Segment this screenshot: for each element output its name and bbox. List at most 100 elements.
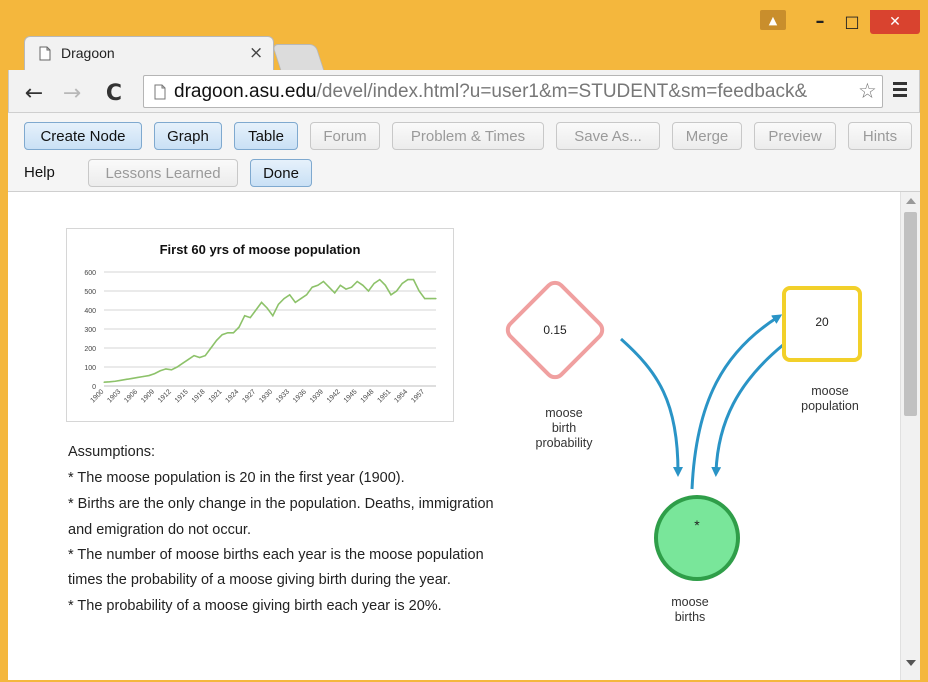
help-menu[interactable]: Help bbox=[24, 164, 55, 181]
data-point bbox=[396, 290, 398, 292]
data-point bbox=[379, 279, 381, 281]
menu-icon[interactable] bbox=[893, 82, 907, 97]
close-icon: ✕ bbox=[889, 14, 901, 30]
data-point bbox=[114, 380, 116, 382]
merge-button[interactable]: Merge bbox=[672, 122, 742, 150]
data-point bbox=[294, 301, 296, 303]
y-tick-label: 0 bbox=[92, 384, 96, 391]
title-bar: ▲ – □ ✕ bbox=[0, 0, 928, 38]
app-toolbar: Create Node Graph Table Forum Problem & … bbox=[8, 112, 920, 192]
data-point bbox=[322, 280, 325, 283]
tab-title: Dragoon bbox=[61, 45, 115, 61]
data-point bbox=[159, 370, 161, 372]
data-point bbox=[362, 284, 364, 286]
data-point bbox=[109, 381, 111, 383]
star-icon[interactable]: ☆ bbox=[858, 79, 877, 103]
vertical-scrollbar[interactable] bbox=[900, 192, 920, 680]
data-point bbox=[339, 284, 341, 286]
lessons-learned-button[interactable]: Lessons Learned bbox=[88, 159, 238, 187]
data-point bbox=[187, 358, 190, 360]
browser-tab[interactable]: Dragoon × bbox=[24, 36, 274, 70]
minimize-button[interactable]: – bbox=[806, 8, 834, 34]
hints-button[interactable]: Hints bbox=[848, 122, 912, 150]
data-point bbox=[125, 378, 128, 380]
data-point bbox=[345, 288, 347, 290]
data-point bbox=[165, 368, 167, 370]
label-line: population bbox=[801, 399, 859, 413]
done-button[interactable]: Done bbox=[250, 159, 312, 187]
assumption-line: * The moose population is 20 in the firs… bbox=[68, 470, 405, 486]
minimize-icon: – bbox=[815, 10, 825, 32]
data-point bbox=[300, 298, 302, 300]
table-button[interactable]: Table bbox=[234, 122, 298, 150]
reload-icon[interactable]: C bbox=[101, 80, 127, 106]
data-point bbox=[356, 280, 358, 283]
data-point bbox=[277, 303, 280, 305]
data-point bbox=[238, 326, 240, 328]
probability-node-label: moose birth probability bbox=[514, 406, 614, 451]
data-point bbox=[390, 294, 392, 296]
population-node-label: moose population bbox=[780, 384, 880, 414]
create-node-button[interactable]: Create Node bbox=[24, 122, 142, 150]
data-point bbox=[227, 332, 229, 334]
scroll-up-icon[interactable] bbox=[906, 198, 916, 204]
births-value: * bbox=[694, 517, 700, 533]
probability-value: 0.15 bbox=[543, 323, 567, 337]
data-point bbox=[210, 347, 212, 349]
user-profile-button[interactable]: ▲ bbox=[760, 10, 786, 30]
assumption-line: * Births are the only change in the popu… bbox=[68, 496, 494, 512]
assumption-line: * The probability of a moose giving birt… bbox=[68, 598, 442, 614]
maximize-button[interactable]: □ bbox=[838, 8, 866, 34]
data-point bbox=[350, 286, 353, 288]
graph-button[interactable]: Graph bbox=[154, 122, 222, 150]
close-window-button[interactable]: ✕ bbox=[870, 10, 920, 34]
new-tab-button[interactable] bbox=[271, 44, 325, 70]
y-tick-label: 200 bbox=[84, 346, 96, 353]
y-tick-label: 300 bbox=[84, 327, 96, 334]
node-moose-births[interactable]: * bbox=[654, 495, 740, 581]
url-path: /devel/index.html?u=user1&m=STUDENT&sm=f… bbox=[316, 81, 808, 102]
scroll-down-icon[interactable] bbox=[906, 660, 916, 666]
data-point bbox=[266, 307, 268, 309]
data-point bbox=[429, 298, 431, 300]
label-line: moose bbox=[545, 406, 583, 420]
label-line: moose bbox=[671, 595, 709, 609]
problem-times-button[interactable]: Problem & Times bbox=[392, 122, 544, 150]
label-line: births bbox=[674, 610, 706, 624]
preview-button[interactable]: Preview bbox=[754, 122, 836, 150]
population-value: 20 bbox=[815, 315, 829, 329]
data-point bbox=[305, 294, 308, 296]
data-point bbox=[137, 376, 139, 379]
tab-close-icon[interactable]: × bbox=[249, 43, 263, 63]
data-point bbox=[384, 284, 386, 286]
data-point bbox=[170, 369, 173, 371]
data-point bbox=[255, 309, 257, 311]
data-point bbox=[199, 356, 201, 359]
forum-button[interactable]: Forum bbox=[310, 122, 380, 150]
main-content: First 60 yrs of moose population 0 100 200… bbox=[8, 192, 920, 680]
data-point bbox=[142, 375, 144, 378]
data-point bbox=[176, 366, 178, 368]
data-point bbox=[103, 381, 105, 383]
edge-probability-to-births bbox=[620, 337, 683, 477]
forward-icon[interactable]: → bbox=[59, 80, 85, 106]
scrollbar-thumb[interactable] bbox=[904, 212, 917, 416]
node-moose-population[interactable]: 20 bbox=[782, 286, 862, 362]
data-point bbox=[435, 298, 437, 300]
save-as-button[interactable]: Save As... bbox=[556, 122, 660, 150]
address-bar[interactable]: dragoon.asu.edu/devel/index.html?u=user1… bbox=[143, 75, 883, 108]
node-moose-birth-probability[interactable]: 0.15 bbox=[504, 279, 606, 381]
assumptions-heading: Assumptions: bbox=[68, 444, 156, 460]
data-point bbox=[182, 362, 184, 364]
y-tick-label: 500 bbox=[84, 289, 96, 296]
data-point bbox=[401, 282, 403, 284]
data-point bbox=[131, 377, 133, 379]
maximize-icon: □ bbox=[844, 11, 860, 31]
y-tick-label: 400 bbox=[84, 308, 96, 315]
data-point bbox=[317, 284, 319, 286]
assumption-line: * The number of moose births each year i… bbox=[68, 547, 484, 563]
back-icon[interactable]: ← bbox=[21, 80, 47, 106]
url-text: dragoon.asu.edu/devel/index.html?u=user1… bbox=[174, 81, 854, 103]
data-point bbox=[249, 317, 251, 319]
browser-window: ▲ – □ ✕ Dragoon × ← → C dragoon.asu.edu/… bbox=[0, 0, 928, 682]
